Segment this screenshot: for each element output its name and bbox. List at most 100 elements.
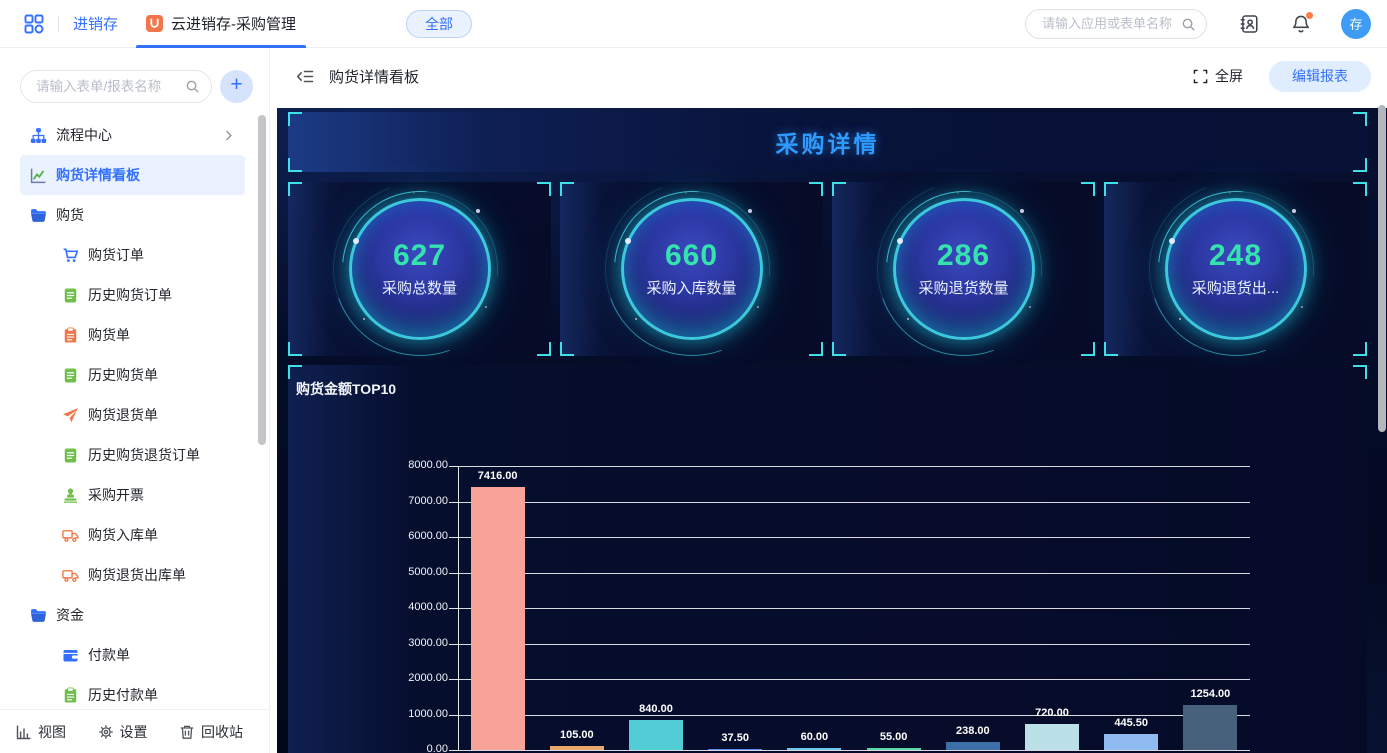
chart-title: 购货金额TOP10	[296, 381, 397, 397]
bar-series-item	[1183, 705, 1238, 750]
doc-green-icon	[62, 287, 79, 304]
corner-bracket	[288, 365, 302, 379]
y-tick-label: 5000.00	[408, 565, 448, 578]
folder-icon	[30, 207, 47, 224]
gridline	[458, 750, 1250, 751]
sidebar-item[interactable]: 历史购货退货订单	[20, 435, 245, 475]
chevron-right-icon	[222, 129, 235, 142]
search-icon	[1181, 17, 1196, 32]
bar-series-item	[549, 746, 604, 750]
dashboard: 采购详情 627 采购总数量 660 采购入库数量 286 采购退货数量 248 采购退货出.…	[277, 108, 1387, 753]
stat-label: 采购入库数量	[646, 279, 737, 297]
view-bars-icon	[16, 724, 32, 740]
sidebar-item[interactable]: 采购开票	[20, 475, 245, 515]
sidebar-item[interactable]: 购货	[20, 195, 245, 235]
bar-value-label: 840.00	[639, 703, 673, 716]
add-button[interactable]: +	[220, 70, 253, 103]
y-tick-label: 0.00	[426, 743, 448, 753]
corner-bracket	[560, 342, 574, 356]
stat-panel: 248 采购退货出...	[1104, 182, 1367, 356]
global-search-input[interactable]	[1042, 16, 1176, 31]
stat-ring: 627 采购总数量	[348, 198, 491, 340]
cart-icon	[62, 247, 79, 264]
sidebar-item[interactable]: 历史购货单	[20, 355, 245, 395]
global-search[interactable]	[1025, 8, 1207, 39]
tab-active-underline	[136, 44, 307, 48]
contacts-icon[interactable]	[1239, 14, 1259, 34]
sidebar-item-label: 购货入库单	[88, 527, 158, 543]
corner-bracket	[809, 182, 823, 196]
bar-chart-plot: 8000.00 7000.00 6000.00 5000.00 4000.00 3000.…	[408, 459, 1250, 753]
search-icon	[185, 79, 200, 94]
sidebar-item[interactable]: 购货订单	[20, 235, 245, 275]
sidebar-item[interactable]: 付款单	[20, 635, 245, 675]
axis-tick	[449, 714, 458, 716]
corner-bracket	[288, 112, 302, 126]
main-scrollbar[interactable]	[1378, 105, 1386, 432]
bar-series-item	[866, 748, 921, 750]
y-tick-label: 2000.00	[408, 672, 448, 684]
fullscreen-button[interactable]: 全屏	[1193, 66, 1243, 86]
sidebar-item[interactable]: 历史购货订单	[20, 275, 245, 315]
corner-bracket	[1353, 158, 1367, 172]
corner-bracket	[1353, 182, 1367, 196]
bar-value-label: 720.00	[1035, 707, 1069, 720]
footer-label: 视图	[38, 723, 66, 740]
bar-value-label: 7416.00	[477, 469, 518, 482]
stat-value: 627	[392, 239, 447, 273]
bell-icon[interactable]	[1291, 11, 1313, 34]
filter-all-button[interactable]: 全部	[406, 9, 473, 38]
chart-panel: 购货金额TOP10 8000.00 7000.00 6000.00 5000.00 40…	[288, 365, 1367, 753]
tab-label: 云进销存-采购管理	[171, 16, 297, 33]
corner-bracket	[288, 158, 302, 172]
footer-view-bars-button[interactable]: 视图	[16, 722, 66, 742]
nav-home-link[interactable]: 进销存	[73, 13, 118, 34]
doc-green-icon	[62, 367, 79, 384]
wallet-blue-icon	[62, 647, 79, 664]
stat-gauge: 248 采购退货出...	[1153, 186, 1319, 352]
footer-gear-button[interactable]: 设置	[98, 722, 148, 742]
sidebar-item-label: 流程中心	[56, 127, 112, 143]
corner-bracket	[1081, 342, 1095, 356]
axis-tick	[449, 643, 458, 645]
axis-tick	[449, 537, 458, 538]
clipboard-orange-icon	[62, 327, 79, 344]
collapse-sidebar-icon[interactable]	[296, 67, 315, 86]
sidebar-item-label: 付款单	[88, 647, 130, 663]
edit-report-button[interactable]: 编辑报表	[1269, 60, 1371, 92]
footer-trash-button[interactable]: 回收站	[179, 722, 243, 742]
footer-label: 设置	[119, 723, 148, 740]
stat-panel: 286 采购退货数量	[832, 182, 1095, 356]
sidebar-item[interactable]: 购货退货出库单	[20, 555, 245, 595]
sidebar-item[interactable]: 流程中心	[20, 115, 245, 155]
sidebar-search-input[interactable]	[36, 79, 179, 94]
y-tick-label: 8000.00	[408, 459, 448, 471]
sidebar-item[interactable]: 购货详情看板	[20, 155, 245, 195]
stat-label: 采购退货数量	[918, 279, 1009, 297]
y-tick-label: 1000.00	[408, 707, 448, 720]
stat-panel: 627 采购总数量	[288, 182, 551, 356]
stat-ring: 286 采购退货数量	[892, 198, 1035, 340]
chartboard-icon	[30, 167, 47, 184]
app-window: 进销存 云进销存-采购管理 全部 存 + 流程中心购	[0, 0, 1387, 753]
decor-dots	[624, 238, 631, 244]
sidebar-search[interactable]	[20, 70, 212, 103]
sidebar-item-label: 历史付款单	[88, 687, 158, 703]
bar-value-label: 445.50	[1114, 717, 1149, 730]
bar-series-item	[1104, 734, 1159, 750]
sidebar-scrollbar[interactable]	[258, 115, 266, 445]
sidebar-item[interactable]: 购货单	[20, 315, 245, 355]
app-switcher-grid-icon[interactable]	[24, 14, 44, 34]
gridline	[458, 572, 1250, 574]
bar-series-item	[787, 747, 842, 750]
footer-label: 回收站	[201, 723, 243, 740]
gridline	[458, 714, 1250, 716]
sidebar-item[interactable]: 购货退货单	[20, 395, 245, 435]
sidebar-item[interactable]: 资金	[20, 595, 245, 635]
tab-purchase-management[interactable]: 云进销存-采购管理	[136, 0, 307, 48]
avatar[interactable]: 存	[1341, 8, 1371, 39]
gridline	[458, 537, 1250, 538]
sidebar-item[interactable]: 购货入库单	[20, 515, 245, 555]
y-tick-label: 3000.00	[408, 636, 448, 649]
topbar: 进销存 云进销存-采购管理 全部 存	[0, 0, 1387, 48]
